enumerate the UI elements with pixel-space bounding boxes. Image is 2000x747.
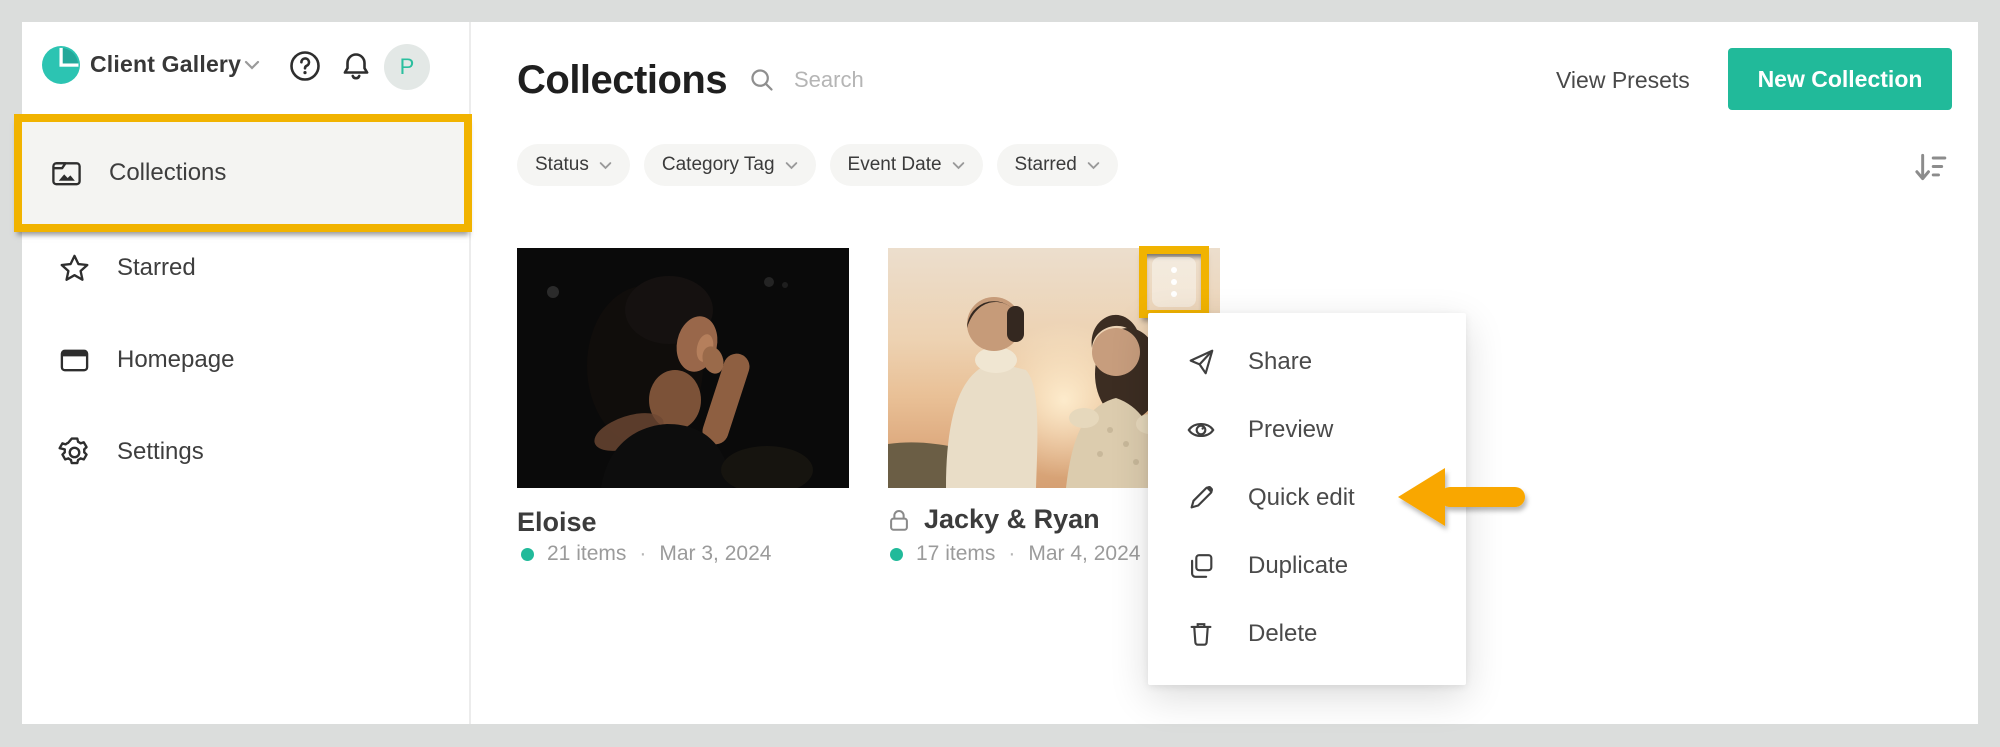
settings-icon bbox=[58, 436, 91, 469]
menu-item-label: Share bbox=[1248, 348, 1312, 376]
collection-title[interactable]: Eloise bbox=[517, 507, 597, 538]
collections-icon bbox=[50, 157, 83, 190]
chip-label: Event Date bbox=[848, 154, 942, 176]
sidebar-item-collections[interactable]: Collections bbox=[22, 122, 464, 224]
sidebar-item-label: Collections bbox=[109, 159, 226, 187]
filter-chip-event-date[interactable]: Event Date bbox=[830, 144, 983, 186]
view-presets-link[interactable]: View Presets bbox=[1556, 67, 1690, 94]
quick-edit-icon bbox=[1186, 483, 1216, 513]
lock-icon bbox=[886, 507, 912, 533]
brand-name: Client Gallery bbox=[90, 51, 241, 78]
card-overflow-menu-button[interactable] bbox=[1152, 257, 1196, 307]
filter-chip-starred[interactable]: Starred bbox=[997, 144, 1118, 186]
filter-chip-category-tag[interactable]: Category Tag bbox=[644, 144, 816, 186]
search-input[interactable] bbox=[792, 66, 1096, 94]
menu-item-duplicate[interactable]: Duplicate bbox=[1148, 532, 1466, 600]
kebab-dot bbox=[1171, 279, 1177, 285]
chevron-down-icon bbox=[785, 161, 798, 170]
new-collection-label: New Collection bbox=[1758, 66, 1923, 93]
chevron-down-icon bbox=[1087, 161, 1100, 170]
pixieset-logo-icon bbox=[42, 46, 80, 84]
client-gallery-app: Client Gallery P bbox=[22, 22, 1978, 724]
collection-title[interactable]: Jacky & Ryan bbox=[924, 504, 1100, 535]
avatar[interactable]: P bbox=[384, 44, 430, 90]
chevron-down-icon bbox=[599, 161, 612, 170]
share-icon bbox=[1186, 347, 1216, 377]
filter-chips-row: Status Category Tag Event Date Starred bbox=[517, 144, 1118, 186]
menu-item-label: Preview bbox=[1248, 416, 1333, 444]
chip-label: Status bbox=[535, 154, 589, 176]
meta-separator: · bbox=[1008, 542, 1015, 566]
sidebar-item-label: Starred bbox=[117, 254, 196, 282]
status-dot bbox=[890, 548, 903, 561]
sidebar-item-homepage[interactable]: Homepage bbox=[22, 330, 469, 390]
kebab-dot bbox=[1171, 267, 1177, 273]
sidebar-item-settings[interactable]: Settings bbox=[22, 422, 469, 482]
chip-label: Starred bbox=[1015, 154, 1077, 176]
sidebar: Client Gallery P bbox=[22, 22, 471, 724]
meta-separator: · bbox=[639, 542, 646, 566]
bell-icon[interactable] bbox=[339, 49, 373, 83]
status-dot bbox=[521, 548, 534, 561]
items-count: 21 items bbox=[547, 542, 626, 566]
annotation-box-card-menu bbox=[1139, 246, 1209, 318]
chevron-down-icon bbox=[952, 161, 965, 170]
items-count: 17 items bbox=[916, 542, 995, 566]
menu-item-preview[interactable]: Preview bbox=[1148, 396, 1466, 464]
page-title: Collections bbox=[517, 58, 727, 103]
collection-meta: 21 items · Mar 3, 2024 bbox=[521, 542, 771, 566]
collection-title-row: Jacky & Ryan bbox=[886, 504, 1100, 535]
kebab-dot bbox=[1171, 291, 1177, 297]
collection-card-eloise-thumbnail[interactable] bbox=[517, 248, 849, 488]
screenshot-frame: Client Gallery P bbox=[0, 0, 2000, 747]
homepage-icon bbox=[58, 344, 91, 377]
new-collection-button[interactable]: New Collection bbox=[1728, 48, 1952, 110]
menu-item-quick-edit[interactable]: Quick edit bbox=[1148, 464, 1466, 532]
menu-item-label: Quick edit bbox=[1248, 484, 1355, 512]
eloise-photo bbox=[517, 248, 849, 488]
sidebar-item-label: Homepage bbox=[117, 346, 234, 374]
star-icon bbox=[58, 252, 91, 285]
event-date: Mar 3, 2024 bbox=[659, 542, 771, 566]
delete-icon bbox=[1186, 619, 1216, 649]
annotation-box-collections: Collections bbox=[14, 114, 472, 232]
filter-chip-status[interactable]: Status bbox=[517, 144, 630, 186]
collection-meta: 17 items · Mar 4, 2024 bbox=[890, 542, 1140, 566]
duplicate-icon bbox=[1186, 551, 1216, 581]
sort-descending-icon[interactable] bbox=[1910, 148, 1948, 186]
menu-item-label: Duplicate bbox=[1248, 552, 1348, 580]
menu-item-share[interactable]: Share bbox=[1148, 328, 1466, 396]
preview-icon bbox=[1186, 415, 1216, 445]
collection-context-menu: Share Preview Quick edit bbox=[1148, 313, 1466, 685]
chip-label: Category Tag bbox=[662, 154, 775, 176]
help-icon[interactable] bbox=[288, 49, 322, 83]
menu-item-label: Delete bbox=[1248, 620, 1317, 648]
sidebar-item-label: Settings bbox=[117, 438, 204, 466]
event-date: Mar 4, 2024 bbox=[1028, 542, 1140, 566]
search-icon bbox=[748, 66, 776, 94]
search-bar bbox=[748, 66, 1096, 94]
avatar-initial: P bbox=[400, 54, 415, 80]
menu-item-delete[interactable]: Delete bbox=[1148, 600, 1466, 668]
chevron-down-icon[interactable] bbox=[244, 59, 260, 71]
sidebar-item-starred[interactable]: Starred bbox=[22, 238, 469, 298]
